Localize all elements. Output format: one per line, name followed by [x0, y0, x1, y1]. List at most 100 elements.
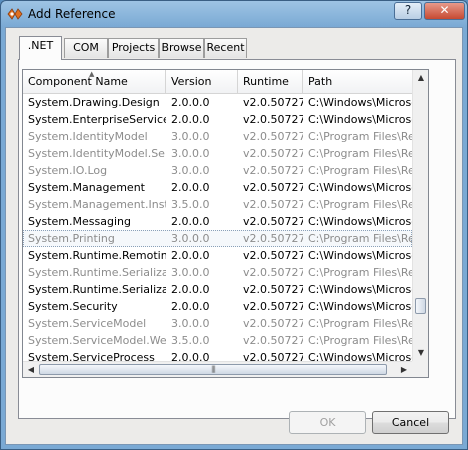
- column-header-label: Component Name: [28, 75, 128, 88]
- table-row[interactable]: System.Printing 3.0.0.0 v2.0.50727 C:\Progr…: [23, 230, 412, 247]
- cell-version: 3.0.0.0: [171, 317, 210, 330]
- table-row[interactable]: System.Management.Instrumentation 3.5.0.0…: [23, 196, 412, 213]
- cell-path: C:\Windows\Microsoft: [308, 300, 412, 313]
- tab-projects[interactable]: Projects: [108, 38, 159, 58]
- add-reference-dialog: Add Reference ? ✕ .NET COM Projects Brow…: [0, 0, 468, 450]
- table-row[interactable]: System.Management 2.0.0.0 v2.0.50727 C:\Win…: [23, 179, 412, 196]
- scroll-corner: [412, 361, 428, 377]
- scroll-left-icon[interactable]: ◀: [23, 362, 39, 377]
- window-title: Add Reference: [28, 7, 116, 21]
- cell-path: C:\Windows\Microsoft: [308, 283, 412, 296]
- cell-path: C:\Windows\Microsoft: [308, 249, 412, 262]
- cell-runtime: v2.0.50727: [243, 181, 303, 194]
- cell-component-name: System.IdentityModel.Selectors: [28, 147, 166, 160]
- cell-path: C:\Program Files\Refe: [308, 130, 412, 143]
- cell-component-name: System.Runtime.Serialization: [28, 266, 166, 279]
- help-button[interactable]: ?: [394, 2, 422, 20]
- cell-runtime: v2.0.50727: [243, 334, 303, 347]
- dialog-body: .NET COM Projects Browse Recent ▲ Compon…: [5, 27, 463, 445]
- cell-component-name: System.Messaging: [28, 215, 131, 228]
- cell-runtime: v2.0.50727: [243, 232, 303, 245]
- cell-runtime: v2.0.50727: [243, 300, 303, 313]
- table-row[interactable]: System.IdentityModel 3.0.0.0 v2.0.50727 C:\…: [23, 128, 412, 145]
- cell-component-name: System.EnterpriseServices: [28, 113, 166, 126]
- cell-path: C:\Windows\Microsoft: [308, 113, 412, 126]
- cell-path: C:\Windows\Microsoft: [308, 181, 412, 194]
- cell-version: 3.5.0.0: [171, 198, 210, 211]
- cell-path: C:\Program Files\Refe: [308, 266, 412, 279]
- scroll-up-icon[interactable]: ▲: [413, 70, 428, 86]
- table-row[interactable]: System.Runtime.Serialization.Formatters.…: [23, 281, 412, 298]
- list-header: ▲ Component Name Version Runtime Path: [23, 70, 412, 94]
- column-header-path[interactable]: Path: [303, 70, 412, 93]
- cell-version: 3.0.0.0: [171, 266, 210, 279]
- table-row[interactable]: System.EnterpriseServices 2.0.0.0 v2.0.507…: [23, 111, 412, 128]
- tab-com[interactable]: COM: [64, 38, 108, 58]
- sort-ascending-icon: ▲: [89, 70, 95, 78]
- cell-runtime: v2.0.50727: [243, 147, 303, 160]
- horizontal-scroll-thumb[interactable]: |||: [39, 364, 387, 375]
- ok-button[interactable]: OK: [289, 411, 366, 434]
- cell-component-name: System.IO.Log: [28, 164, 108, 177]
- table-row[interactable]: System.Messaging 2.0.0.0 v2.0.50727 C:\Wind…: [23, 213, 412, 230]
- list-rows: System.Drawing.Design 2.0.0.0 v2.0.50727 C:…: [23, 94, 412, 362]
- cancel-button[interactable]: Cancel: [372, 411, 449, 434]
- cell-runtime: v2.0.50727: [243, 249, 303, 262]
- cell-component-name: System.Runtime.Serialization.Formatters.…: [28, 283, 166, 296]
- cell-version: 3.0.0.0: [171, 147, 210, 160]
- cell-path: C:\Program Files\Refe: [308, 317, 412, 330]
- cell-runtime: v2.0.50727: [243, 283, 303, 296]
- table-row[interactable]: System.IO.Log 3.0.0.0 v2.0.50727 C:\Program…: [23, 162, 412, 179]
- scroll-right-icon[interactable]: ▶: [396, 362, 412, 377]
- cell-component-name: System.Printing: [28, 232, 115, 245]
- cell-component-name: System.Drawing.Design: [28, 96, 160, 109]
- vertical-scroll-thumb[interactable]: [415, 298, 426, 314]
- cell-version: 2.0.0.0: [171, 96, 210, 109]
- cell-runtime: v2.0.50727: [243, 164, 303, 177]
- tab-net[interactable]: .NET: [19, 36, 62, 60]
- table-row[interactable]: System.Runtime.Remoting 2.0.0.0 v2.0.50727…: [23, 247, 412, 264]
- title-bar[interactable]: Add Reference ? ✕: [1, 1, 467, 27]
- cell-runtime: v2.0.50727: [243, 198, 303, 211]
- cell-runtime: v2.0.50727: [243, 113, 303, 126]
- vertical-scrollbar[interactable]: ▲ ▼: [412, 70, 428, 361]
- tab-browse[interactable]: Browse: [159, 38, 204, 58]
- cell-path: C:\Program Files\Refe: [308, 198, 412, 211]
- cell-version: 3.0.0.0: [171, 232, 210, 245]
- table-row[interactable]: System.IdentityModel.Selectors 3.0.0.0 v2.…: [23, 145, 412, 162]
- cell-runtime: v2.0.50727: [243, 266, 303, 279]
- table-row[interactable]: System.ServiceModel.Web 3.5.0.0 v2.0.50727…: [23, 332, 412, 349]
- column-header-version[interactable]: Version: [166, 70, 238, 93]
- cell-component-name: System.Management.Instrumentation: [28, 198, 166, 211]
- cell-version: 3.5.0.0: [171, 334, 210, 347]
- cell-component-name: System.Runtime.Remoting: [28, 249, 166, 262]
- horizontal-scrollbar[interactable]: ◀ ||| ▶: [23, 361, 412, 377]
- cell-path: C:\Program Files\Refe: [308, 164, 412, 177]
- cell-runtime: v2.0.50727: [243, 96, 303, 109]
- cell-component-name: System.ServiceModel: [28, 317, 147, 330]
- cell-version: 2.0.0.0: [171, 113, 210, 126]
- cell-version: 3.0.0.0: [171, 130, 210, 143]
- scroll-down-icon[interactable]: ▼: [413, 345, 428, 361]
- table-row[interactable]: System.Drawing.Design 2.0.0.0 v2.0.50727 C:…: [23, 94, 412, 111]
- cell-runtime: v2.0.50727: [243, 317, 303, 330]
- table-row[interactable]: System.Security 2.0.0.0 v2.0.50727 C:\Windo…: [23, 298, 412, 315]
- table-row[interactable]: System.Runtime.Serialization 3.0.0.0 v2.0.…: [23, 264, 412, 281]
- visual-studio-icon: [7, 8, 23, 20]
- cell-path: C:\Windows\Microsoft: [308, 96, 412, 109]
- cell-component-name: System.Security: [28, 300, 118, 313]
- cell-path: C:\Windows\Microsoft: [308, 215, 412, 228]
- cell-version: 3.0.0.0: [171, 164, 210, 177]
- table-row[interactable]: System.ServiceModel 3.0.0.0 v2.0.50727 C:\P…: [23, 315, 412, 332]
- component-list[interactable]: ▲ Component Name Version Runtime Path Sy…: [22, 69, 429, 378]
- column-header-name[interactable]: ▲ Component Name: [23, 70, 166, 93]
- cell-version: 2.0.0.0: [171, 249, 210, 262]
- cell-component-name: System.IdentityModel: [28, 130, 148, 143]
- close-button[interactable]: ✕: [424, 2, 465, 20]
- cell-runtime: v2.0.50727: [243, 130, 303, 143]
- cell-path: C:\Program Files\Refe: [308, 334, 412, 347]
- cell-version: 2.0.0.0: [171, 215, 210, 228]
- tab-recent[interactable]: Recent: [204, 38, 247, 58]
- column-header-runtime[interactable]: Runtime: [238, 70, 303, 93]
- cell-version: 2.0.0.0: [171, 300, 210, 313]
